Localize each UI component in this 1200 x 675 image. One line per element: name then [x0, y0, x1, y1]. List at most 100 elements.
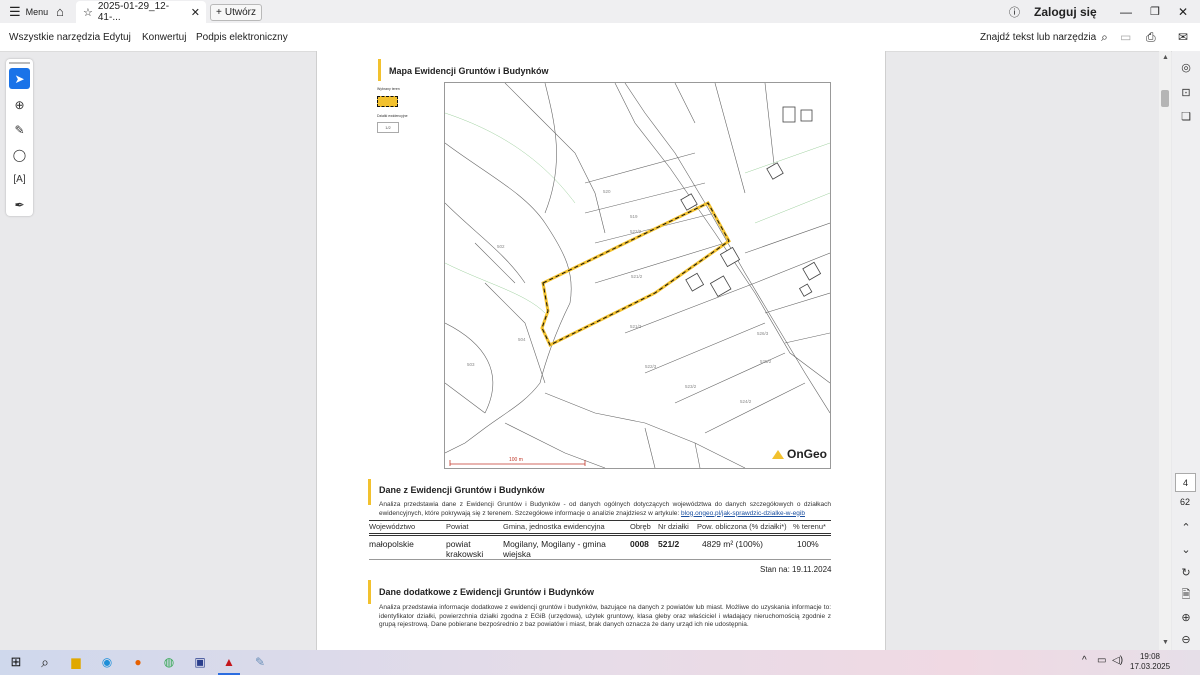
- map-title: Mapa Ewidencji Gruntów i Budynków: [389, 66, 549, 76]
- hamburger-icon: ☰: [9, 3, 21, 19]
- help-icon[interactable]: ⓘ: [1009, 0, 1020, 23]
- ongeo-logo-text: OnGeo: [787, 447, 828, 461]
- email-icon[interactable]: ✉: [1178, 23, 1188, 51]
- section2-text: Analiza przedstawia informacje dodatkowe…: [379, 604, 831, 628]
- cadastral-map[interactable]: 522/2 521/2 521/3 520 519 522/3 523/2 52…: [444, 82, 831, 469]
- toolbar-handle[interactable]: [9, 62, 30, 64]
- acrobat-icon[interactable]: ▲: [219, 652, 239, 672]
- vertical-scrollbar[interactable]: ▲ ▼: [1159, 51, 1171, 651]
- save-icon[interactable]: ▭: [1120, 23, 1131, 51]
- right-sidebar: ◎ ⊡ ❏ 4 62 ⌃ ⌄ ↻ 🗎 ⊕ ⊖: [1172, 51, 1200, 651]
- comment-icon[interactable]: ◎: [1178, 59, 1194, 75]
- table-top-rule: [369, 520, 831, 521]
- rotate-icon[interactable]: ↻: [1178, 564, 1194, 580]
- parcel-label: 502: [497, 244, 505, 249]
- pen-tool-icon[interactable]: ✎: [9, 119, 30, 140]
- section-marker: [368, 580, 371, 604]
- table-header: % terenu*: [793, 522, 826, 531]
- table-header: Pow. obliczona (% działki*): [697, 522, 787, 531]
- page-number-input[interactable]: 4: [1175, 473, 1196, 492]
- section1-title: Dane z Ewidencji Gruntów i Budynków: [379, 485, 545, 495]
- menu-button[interactable]: ☰ Menu: [9, 0, 48, 23]
- tray-chevron-icon[interactable]: ^: [1082, 655, 1087, 666]
- tab-document[interactable]: ☆ 2025-01-29_12-41-... ✕: [76, 1, 206, 23]
- app-icon[interactable]: ▣: [190, 652, 210, 672]
- legend-selected-swatch: [377, 96, 398, 107]
- select-tool-icon[interactable]: ➤: [9, 68, 30, 89]
- parcel-label: 521/3: [630, 324, 642, 329]
- parcel-label: 503: [467, 362, 475, 367]
- page-down-icon[interactable]: ⌄: [1178, 541, 1194, 557]
- table-cell-nr-dzialki: 521/2: [658, 539, 680, 549]
- scroll-up-icon[interactable]: ▲: [1162, 54, 1169, 61]
- search-tools-button[interactable]: Znajdź tekst lub narzędzia ⌕: [980, 23, 1108, 51]
- page-total: 62: [1179, 497, 1190, 507]
- clock[interactable]: 19:08 17.03.2025: [1130, 652, 1170, 672]
- edge-icon[interactable]: ◉: [97, 652, 117, 672]
- table-cell-powiat: powiat krakowski: [446, 539, 484, 559]
- table-cell-obreb: 0008: [630, 539, 649, 549]
- parcel-label: 522/3: [645, 364, 657, 369]
- star-icon[interactable]: ☆: [83, 6, 93, 19]
- home-icon[interactable]: ⌂: [56, 0, 64, 23]
- speaker-icon[interactable]: ◁): [1112, 655, 1123, 666]
- print-icon[interactable]: ⎙: [1146, 23, 1156, 51]
- firefox-icon[interactable]: ●: [128, 652, 148, 672]
- menu-bar: Wszystkie narzędzia Edytuj Konwertuj Pod…: [0, 23, 1200, 52]
- table-bottom-rule: [369, 559, 831, 560]
- chrome-icon[interactable]: ◍: [159, 652, 179, 672]
- section1-link[interactable]: blog.ongeo.pl/jak-sprawdzic-dzialke-w-eg…: [681, 510, 805, 517]
- login-button[interactable]: Zaloguj się: [1034, 0, 1097, 23]
- text-box-tool-icon[interactable]: [A]: [9, 169, 30, 190]
- scroll-down-icon[interactable]: ▼: [1162, 639, 1169, 646]
- search-icon: ⌕: [1101, 29, 1108, 44]
- close-tab-icon[interactable]: ✕: [191, 6, 200, 19]
- title-bar: ☰ Menu ⌂ ☆ 2025-01-29_12-41-... ✕ + Utwó…: [0, 0, 1200, 23]
- zoom-tool-icon[interactable]: ⊕: [9, 94, 30, 115]
- menu-all-tools[interactable]: Wszystkie narzędzia: [9, 23, 100, 51]
- table-header: Nr działki: [658, 522, 689, 531]
- parcel-label: 522/2: [630, 229, 642, 234]
- zoom-in-icon[interactable]: ⊕: [1178, 609, 1194, 625]
- bookmark-icon[interactable]: ⊡: [1178, 84, 1194, 100]
- stan-na-date: Stan na: 19.11.2024: [760, 565, 832, 574]
- table-cell-powierzchnia: 4829 m² (100%): [702, 539, 763, 549]
- clock-time: 19:08: [1139, 652, 1161, 661]
- parcel-label: 519: [630, 214, 638, 219]
- minimize-icon[interactable]: —: [1120, 0, 1132, 23]
- menu-e-signature[interactable]: Podpis elektroniczny: [196, 23, 288, 51]
- table-cell-wojewodztwo: małopolskie: [369, 539, 414, 549]
- parcel-label: 520: [603, 189, 611, 194]
- legend-parcel-example: 1/2: [377, 122, 399, 133]
- parcel-label: 525/2: [760, 359, 772, 364]
- parcel-label: 526/3: [757, 331, 769, 336]
- new-tab-button[interactable]: + Utwórz: [210, 4, 262, 21]
- clock-date: 17.03.2025: [1130, 662, 1171, 671]
- ongeo-logo-icon: [772, 449, 784, 459]
- pages-icon[interactable]: ❏: [1178, 108, 1194, 124]
- close-window-icon[interactable]: ✕: [1178, 0, 1188, 23]
- section2-title: Dane dodatkowe z Ewidencji Gruntów i Bud…: [379, 587, 595, 597]
- new-tab-label: Utwórz: [224, 7, 256, 18]
- page-up-icon[interactable]: ⌃: [1178, 519, 1194, 535]
- file-explorer-icon[interactable]: ▆: [66, 652, 86, 672]
- sign-tool-icon[interactable]: ✒: [9, 194, 30, 215]
- table-header: Województwo: [369, 522, 416, 531]
- lasso-tool-icon[interactable]: ◯: [9, 144, 30, 165]
- page-fit-icon[interactable]: 🗎: [1178, 587, 1194, 603]
- parcel-label: 523/2: [685, 384, 697, 389]
- section-marker: [378, 59, 381, 81]
- legend-selected-label: Wybrany teren: [377, 87, 400, 91]
- maximize-icon[interactable]: ❐: [1150, 0, 1160, 23]
- zoom-out-icon[interactable]: ⊖: [1178, 631, 1194, 647]
- taskbar: ⊞ ⌕ ▆ ◉ ● ◍ ▣ ▲ ✎ ^ ▭ ◁) 19:08 17.03.202…: [0, 650, 1200, 675]
- battery-icon[interactable]: ▭: [1097, 655, 1106, 666]
- scrollbar-thumb[interactable]: [1161, 90, 1169, 107]
- windows-start-icon[interactable]: ⊞: [6, 652, 26, 672]
- legend-parcels-label: Działki ewidencyjne: [377, 114, 408, 118]
- search-taskbar-icon[interactable]: ⌕: [35, 652, 55, 672]
- menu-convert[interactable]: Konwertuj: [142, 23, 186, 51]
- menu-edit[interactable]: Edytuj: [103, 23, 131, 51]
- section1-text: Analiza przedstawia dane z Ewidencji Gru…: [379, 501, 831, 518]
- notepad-icon[interactable]: ✎: [250, 652, 270, 672]
